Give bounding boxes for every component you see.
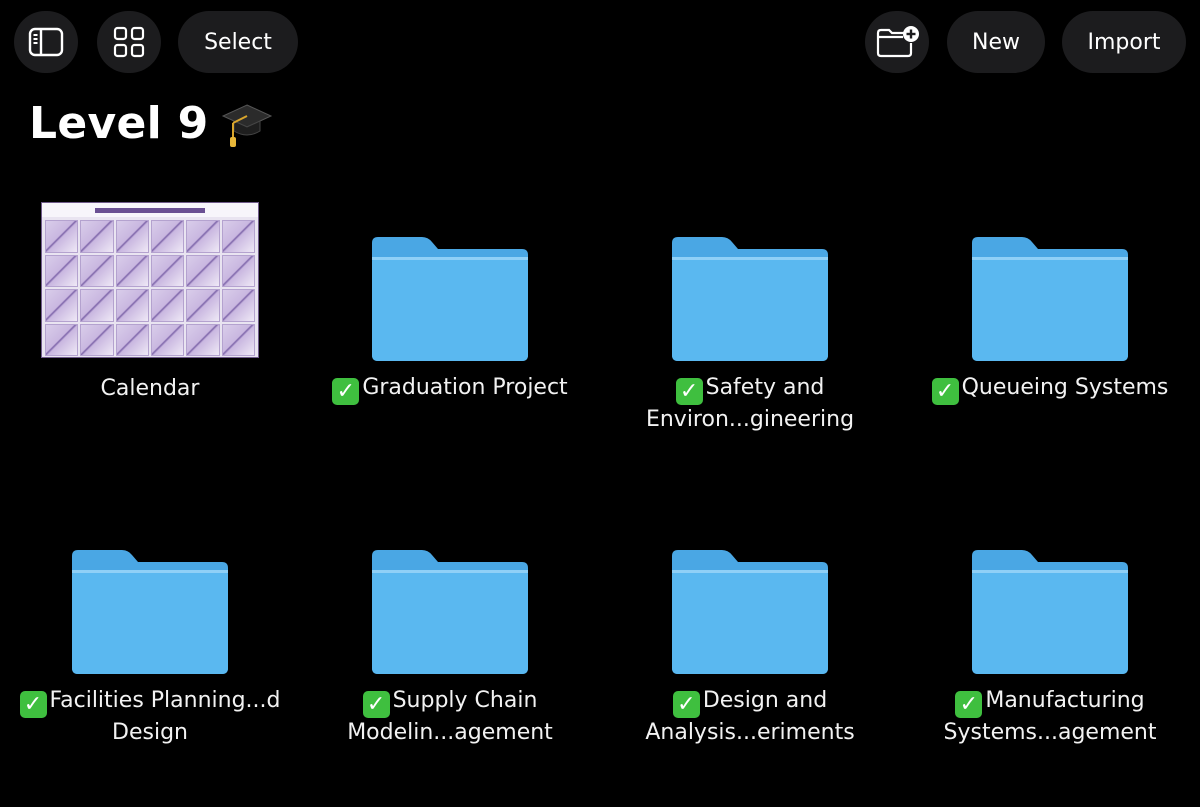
select-button-label: Select [204,29,272,55]
folder-item[interactable]: ✓ Manufacturing Systems...agement [900,550,1200,747]
page-title-text: Level 9 [29,98,209,149]
import-button-label: Import [1087,29,1161,55]
import-button[interactable]: Import [1062,11,1186,73]
checkmark-icon: ✓ [931,378,959,405]
item-label: ✓ Supply Chain Modelin...agement [347,688,553,745]
item-label: ✓ Queueing Systems [910,373,1190,405]
item-label: ✓ Safety and Environ...gineering [645,375,855,432]
checkmark-icon: ✓ [672,691,700,718]
item-label: ✓ Facilities Planning...d Design [10,686,290,747]
folder-icon [972,237,1128,361]
folder-icon [372,237,528,361]
grid-view-icon [113,26,145,58]
new-button[interactable]: New [947,11,1045,73]
checkmark-icon: ✓ [19,691,47,718]
item-label: ✓ Manufacturing Systems...agement [943,688,1157,745]
item-label: Calendar [100,376,200,401]
folder-icon [972,550,1128,674]
item-label: ✓ Graduation Project [310,373,590,405]
grid-view-button[interactable] [97,11,161,73]
folder-item[interactable]: ✓ Queueing Systems [900,237,1200,405]
graduation-cap-icon [221,103,272,147]
folder-icon [672,550,828,674]
folder-item[interactable]: ✓ Supply Chain Modelin...agement [300,550,600,747]
sidebar-icon [28,27,64,57]
page-title: Level 9 [29,98,273,149]
document-item-calendar[interactable]: Calendar [0,202,300,403]
sidebar-toggle-button[interactable] [14,11,78,73]
folder-icon [672,237,828,361]
calendar-thumbnail [41,202,259,358]
checkmark-icon: ✓ [362,691,390,718]
checkmark-icon: ✓ [332,378,360,405]
select-button[interactable]: Select [178,11,298,73]
folder-item[interactable]: ✓ Design and Analysis...eriments [600,550,900,747]
item-label: ✓ Design and Analysis...eriments [645,688,855,745]
folder-item[interactable]: ✓ Graduation Project [300,237,600,405]
checkmark-icon: ✓ [955,691,983,718]
folder-icon [72,550,228,674]
new-folder-icon [876,26,919,58]
new-folder-button[interactable] [865,11,929,73]
folder-item[interactable]: ✓ Facilities Planning...d Design [0,550,300,747]
folder-icon [372,550,528,674]
new-button-label: New [972,29,1020,55]
checkmark-icon: ✓ [675,378,703,405]
folder-item[interactable]: ✓ Safety and Environ...gineering [600,237,900,434]
